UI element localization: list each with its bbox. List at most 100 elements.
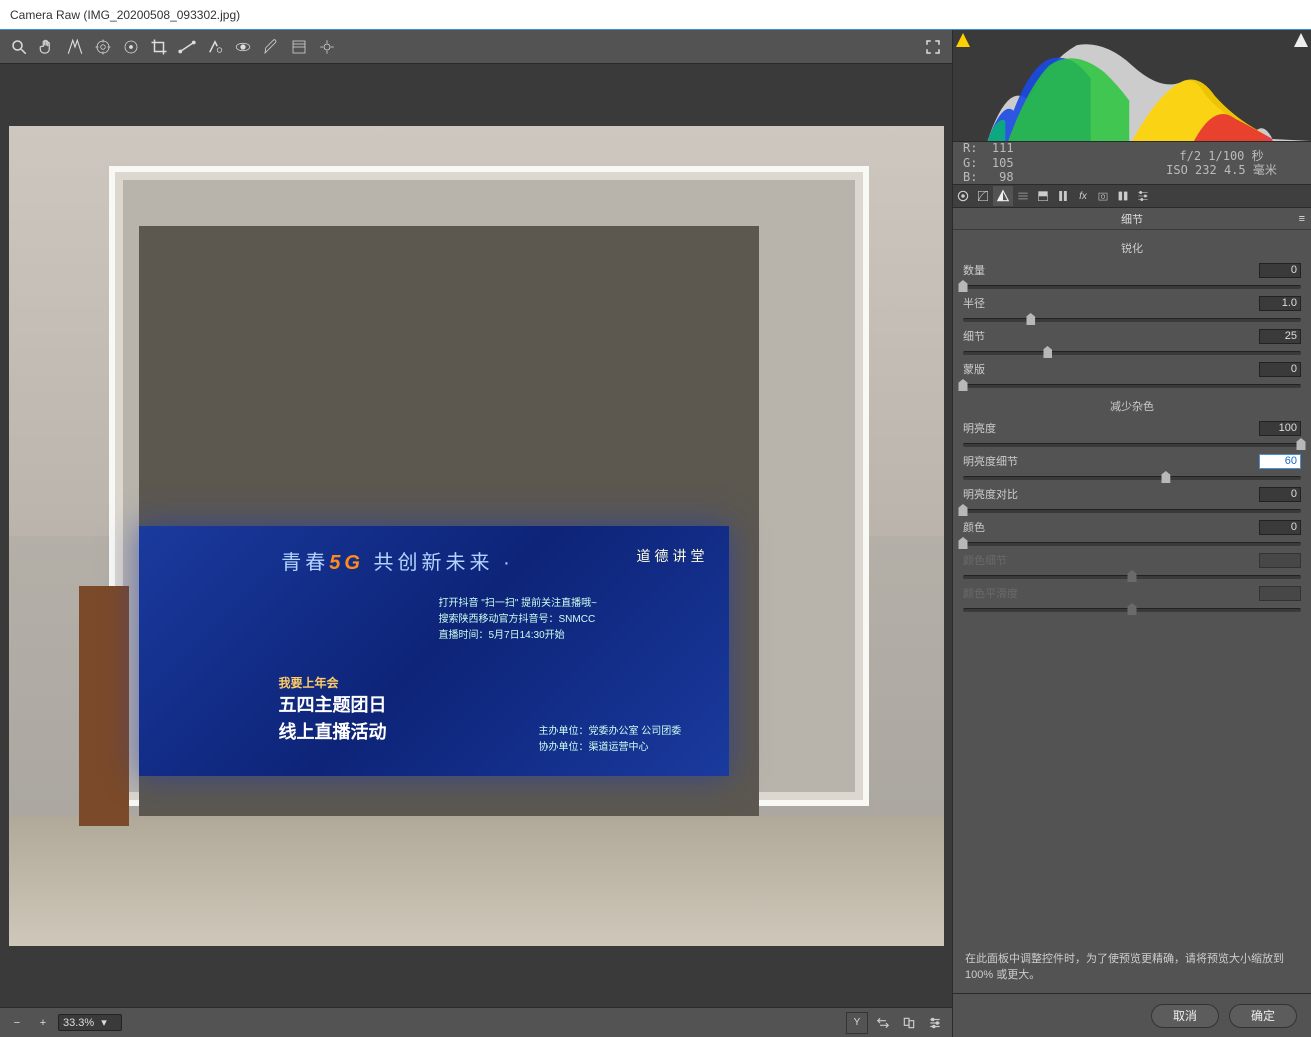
slider-lum_detail: 明亮度细节 60 [963,453,1301,484]
slider-color_smooth: 颜色平滑度 [963,585,1301,616]
spot-removal-icon[interactable] [202,34,228,60]
slider-masking: 蒙版 0 [963,361,1301,392]
zoom-level-select[interactable]: 33.3% ▾ [58,1014,122,1031]
slider-track[interactable] [963,345,1301,359]
slider-label: 蒙版 [963,361,985,377]
white-balance-icon[interactable] [62,34,88,60]
tab-split[interactable] [1033,186,1053,206]
fullscreen-icon[interactable] [920,34,946,60]
radial-filter-icon[interactable] [314,34,340,60]
slider-thumb[interactable] [959,379,968,391]
led-headline-pre: 青春 [281,552,329,574]
slider-value-input[interactable]: 25 [1259,329,1301,344]
tab-lens[interactable] [1053,186,1073,206]
slider-thumb[interactable] [1026,313,1035,325]
slider-label: 颜色 [963,519,985,535]
slider-value-input[interactable]: 0 [1259,487,1301,502]
slider-lum_contrast: 明亮度对比0 [963,486,1301,517]
led-sub2: 五四主题团日 [279,692,387,719]
info-readout: R: 111 G: 105 B: 98 f/2 1/100 秒 ISO 232 … [953,142,1311,184]
preview-settings-button[interactable] [924,1012,946,1034]
tab-curve[interactable] [973,186,993,206]
slider-thumb[interactable] [1043,346,1052,358]
led-lecture: 道德讲堂 [637,546,709,566]
panel-heading: 细节 ≡ [953,208,1311,230]
panel-help-text: 在此面板中调整控件时，为了使预览更精确，请将预览大小缩放到 100% 或更大。 [953,942,1311,993]
copy-settings-button[interactable] [898,1012,920,1034]
slider-value-input[interactable]: 1.0 [1259,296,1301,311]
graduated-filter-icon[interactable] [286,34,312,60]
led-org2: 协办单位：渠道运营中心 [539,740,682,756]
slider-track [963,602,1301,616]
readout-r-value: 111 [992,141,1014,155]
slider-track[interactable] [963,378,1301,392]
slider-label: 颜色细节 [963,552,1007,568]
slider-track[interactable] [963,503,1301,517]
led-sub1: 我要上年会 [279,674,387,692]
slider-label: 明亮度 [963,420,996,436]
section-heading: 锐化 [963,236,1301,262]
readout-b-label: B: [963,170,977,184]
shadow-clip-icon[interactable] [956,33,970,47]
slider-track[interactable] [963,312,1301,326]
tab-basic[interactable] [953,186,973,206]
slider-thumb[interactable] [959,537,968,549]
tab-fx[interactable]: fx [1073,186,1093,206]
slider-value-input[interactable]: 0 [1259,362,1301,377]
led-sub3: 线上直播活动 [279,719,387,746]
slider-track[interactable] [963,437,1301,451]
slider-value-input[interactable]: 100 [1259,421,1301,436]
readout-r-label: R: [963,141,977,155]
chevron-down-icon: ▾ [101,1017,107,1029]
zoom-tool-icon[interactable] [6,34,32,60]
slider-thumb[interactable] [1161,471,1170,483]
color-sampler-icon[interactable] [90,34,116,60]
highlight-clip-icon[interactable] [1294,33,1308,47]
histogram[interactable] [953,30,1311,142]
slider-thumb [1128,570,1137,582]
slider-track[interactable] [963,470,1301,484]
slider-value-input[interactable]: 60 [1259,454,1301,469]
slider-track[interactable] [963,536,1301,550]
tab-detail[interactable] [993,186,1013,206]
zoom-in-button[interactable]: + [32,1012,54,1034]
window-title: Camera Raw (IMG_20200508_093302.jpg) [10,8,240,22]
led-org1: 主办单位：党委办公室 公司团委 [539,724,682,740]
slider-label: 数量 [963,262,985,278]
swap-view-button[interactable] [872,1012,894,1034]
slider-thumb[interactable] [1297,438,1306,450]
hand-tool-icon[interactable] [34,34,60,60]
slider-thumb[interactable] [959,504,968,516]
panel-tab-strip: fx [953,184,1311,208]
slider-luminance: 明亮度 100 [963,420,1301,451]
panel-menu-icon[interactable]: ≡ [1299,213,1305,225]
readout-g-value: 105 [992,156,1014,170]
readout-b-value: 98 [999,170,1013,184]
slider-label: 明亮度细节 [963,453,1018,469]
tab-presets[interactable] [1113,186,1133,206]
adjustment-brush-icon[interactable] [258,34,284,60]
tab-calib[interactable] [1093,186,1113,206]
crop-tool-icon[interactable] [146,34,172,60]
readout-iso-focal: ISO 232 4.5 毫米 [1166,163,1277,177]
cancel-button[interactable]: 取消 [1151,1004,1219,1028]
target-adjust-icon[interactable] [118,34,144,60]
redeye-tool-icon[interactable] [230,34,256,60]
led-txt1: 打开抖音 "扫一扫" 提前关注直播哦~ [439,596,598,612]
ok-button[interactable]: 确定 [1229,1004,1297,1028]
tab-hsl[interactable] [1013,186,1033,206]
image-preview[interactable]: 青春5G 共创新未来 · 道德讲堂 打开抖音 "扫一扫" 提前关注直播哦~ 搜索… [0,64,952,1007]
slider-value-input[interactable]: 0 [1259,263,1301,278]
before-after-y-button[interactable]: Y [846,1012,868,1034]
slider-value-input[interactable]: 0 [1259,520,1301,535]
readout-exposure: f/2 1/100 秒 [1179,149,1263,163]
straighten-tool-icon[interactable] [174,34,200,60]
slider-track[interactable] [963,279,1301,293]
slider-color: 颜色 0 [963,519,1301,550]
zoom-out-button[interactable]: − [6,1012,28,1034]
zoom-value: 33.3% [63,1017,94,1029]
led-headline-post: 共创新未来 · [364,552,514,574]
slider-thumb[interactable] [959,280,968,292]
panel-heading-text: 细节 [1121,211,1143,227]
tab-snapshots[interactable] [1133,186,1153,206]
